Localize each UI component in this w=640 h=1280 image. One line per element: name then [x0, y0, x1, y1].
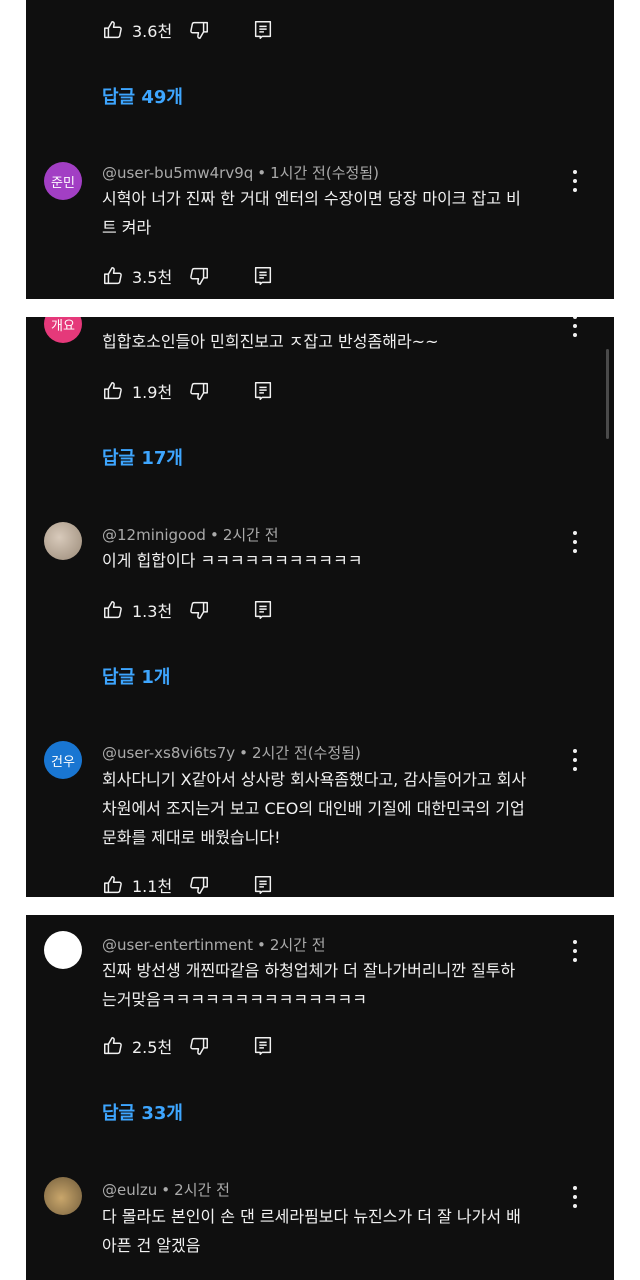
comment-meta: @12minigood • 2시간 전	[102, 526, 279, 544]
thumb-down-icon[interactable]	[188, 380, 210, 402]
like-count: 3.5천	[132, 268, 173, 287]
comment-actions: 1.3천	[102, 597, 274, 623]
comment-icon[interactable]	[252, 380, 274, 402]
replies-toggle[interactable]: 답글 33개	[102, 1099, 183, 1125]
like-count: 1.3천	[132, 602, 173, 621]
comments-panel-2: 개요 힙합호소인들아 민희진보고 ㅈ잡고 반성좀해라~~ 1.9천 답글 17개…	[26, 317, 614, 897]
comment-text: 시혁아 너가 진짜 한 거대 엔터의 수장이면 당장 마이크 잡고 비 트 켜라	[102, 189, 521, 237]
comment-text: 힙합호소인들아 민희진보고 ㅈ잡고 반성좀해라~~	[102, 332, 439, 351]
comment-time: 2시간 전(수정됨)	[251, 744, 361, 762]
comment-actions: 2.5천	[102, 1033, 274, 1059]
avatar[interactable]	[44, 931, 82, 969]
thumb-down-icon[interactable]	[188, 874, 210, 896]
avatar[interactable]: 개요	[44, 317, 82, 343]
comment-text: 이게 힙합이다 ㅋㅋㅋㅋㅋㅋㅋㅋㅋㅋㅋ	[102, 551, 363, 570]
comment-text: 다 몰라도 본인이 손 댄 르세라핌보다 뉴진스가 더 잘 나가서 배 아픈 건…	[102, 1207, 521, 1255]
comment-author[interactable]: @eulzu	[102, 1181, 157, 1199]
comment-actions: 1.1천	[102, 872, 274, 897]
comment-icon[interactable]	[252, 265, 274, 287]
comment-icon[interactable]	[252, 1035, 274, 1057]
thumb-down-icon[interactable]	[188, 599, 210, 621]
comment-author[interactable]: @12minigood	[102, 526, 206, 544]
comment-time: 2시간 전	[174, 1181, 230, 1199]
comment-actions: 1.9천	[102, 378, 274, 404]
comment-icon[interactable]	[252, 874, 274, 896]
comment-author[interactable]: @user-bu5mw4rv9q	[102, 164, 253, 182]
comment-time: 1시간 전(수정됨)	[270, 164, 379, 182]
comment-meta: @user-xs8vi6ts7y • 2시간 전(수정됨)	[102, 744, 361, 762]
comment-meta: @user-entertinment • 2시간 전	[102, 936, 326, 954]
comment-author[interactable]: @user-entertinment	[102, 936, 253, 954]
thumb-up-icon[interactable]	[102, 19, 124, 41]
thumb-up-icon[interactable]	[102, 874, 124, 896]
like-count: 1.1천	[132, 877, 173, 896]
comments-panel-1: 3.6천 답글 49개 준민 @user-bu5mw4rv9q • 1시간 전(수정…	[26, 0, 614, 299]
thumb-up-icon[interactable]	[102, 380, 124, 402]
replies-toggle[interactable]: 답글 49개	[102, 83, 183, 109]
comments-panel-3: @user-entertinment • 2시간 전 진짜 방선생 개찐따같음 하청…	[26, 915, 614, 1280]
comment-actions: 3.6천	[102, 17, 274, 43]
thumb-down-icon[interactable]	[188, 1035, 210, 1057]
comment-time: 2시간 전	[269, 936, 326, 954]
avatar[interactable]	[44, 1177, 82, 1215]
scrollbar[interactable]	[606, 349, 609, 439]
comment-icon[interactable]	[252, 19, 274, 41]
comment-meta: @eulzu • 2시간 전	[102, 1181, 230, 1199]
comment-icon[interactable]	[252, 599, 274, 621]
avatar[interactable]	[44, 522, 82, 560]
thumb-down-icon[interactable]	[188, 19, 210, 41]
like-count: 2.5천	[132, 1038, 173, 1057]
avatar[interactable]: 준민	[44, 162, 82, 200]
thumb-down-icon[interactable]	[188, 265, 210, 287]
comment-text: 회사다니기 X같아서 상사랑 회사욕좀했다고, 감사들어가고 회사 차원에서 조…	[102, 770, 527, 847]
comment-meta: @user-bu5mw4rv9q • 1시간 전(수정됨)	[102, 164, 379, 182]
comment-time: 2시간 전	[222, 526, 279, 544]
comment-actions: 3.5천	[102, 263, 274, 289]
replies-toggle[interactable]: 답글 17개	[102, 444, 183, 470]
comment-author[interactable]: @user-xs8vi6ts7y	[102, 744, 235, 762]
replies-toggle[interactable]: 답글 1개	[102, 663, 170, 689]
avatar[interactable]: 건우	[44, 741, 82, 779]
thumb-up-icon[interactable]	[102, 1035, 124, 1057]
like-count: 3.6천	[132, 22, 173, 41]
thumb-up-icon[interactable]	[102, 265, 124, 287]
comment-text: 진짜 방선생 개찐따같음 하청업체가 더 잘나가버리니깐 질투하 는거맞음ㅋㅋㅋ…	[102, 961, 516, 1009]
thumb-up-icon[interactable]	[102, 599, 124, 621]
like-count: 1.9천	[132, 383, 173, 402]
